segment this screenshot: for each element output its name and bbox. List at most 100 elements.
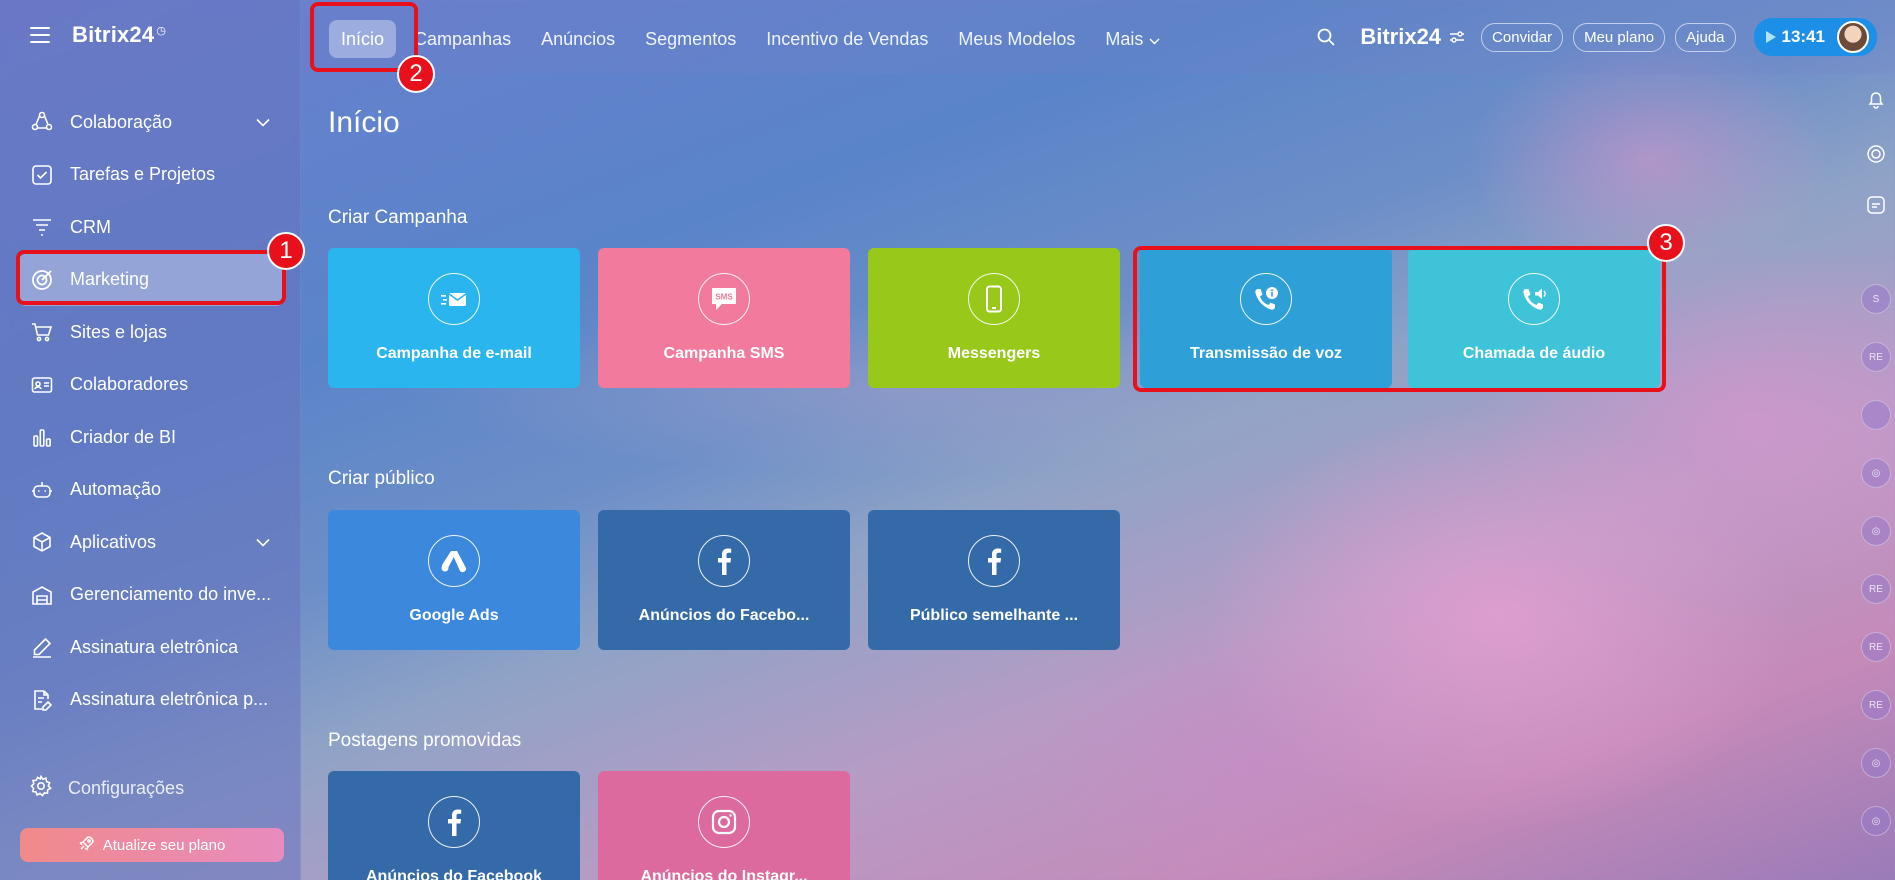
tab-bar: Início Campanhas Anúncios Segmentos Ince… [329, 20, 1178, 58]
card-sms-campaign[interactable]: SMS Campanha SMS [598, 248, 850, 388]
settings-label: Configurações [68, 778, 185, 798]
rocket-icon [79, 835, 95, 855]
sms-icon: SMS [698, 273, 750, 325]
bell-icon[interactable] [1863, 86, 1889, 112]
chevron-down-icon [256, 532, 270, 553]
sidebar: Bitrix24 ◷ Colaboração Tarefas e Projetos… [0, 0, 301, 880]
inventory-icon [30, 583, 54, 607]
menu-icon[interactable] [30, 27, 50, 43]
card-messengers[interactable]: Messengers [868, 248, 1120, 388]
sidebar-item-inventory[interactable]: Gerenciamento do inve... [18, 569, 284, 622]
card-instagram-promoted[interactable]: Anúncios do Instagr... [598, 771, 850, 880]
tab-incentivo[interactable]: Incentivo de Vendas [754, 20, 940, 58]
card-facebook-ads-audience[interactable]: Anúncios do Facebo... [598, 510, 850, 650]
card-label: Anúncios do Instagr... [640, 868, 808, 880]
card-google-ads[interactable]: Google Ads [328, 510, 580, 650]
rail-marketing-icon[interactable]: ◎ [1861, 748, 1891, 778]
card-email-campaign[interactable]: Campanha de e-mail [328, 248, 580, 388]
sidebar-item-label: CRM [70, 216, 111, 237]
robot-icon [30, 478, 54, 502]
annotation-badge-3: 3 [1647, 224, 1685, 262]
chevron-down-icon [1149, 29, 1160, 50]
search-icon[interactable] [1316, 27, 1336, 47]
card-label: Anúncios do Facebook [365, 868, 542, 880]
rail-marketing-icon[interactable]: ◎ [1861, 806, 1891, 836]
my-plan-button[interactable]: Meu plano [1573, 22, 1666, 52]
sidebar-item-tasks[interactable]: Tarefas e Projetos [18, 149, 284, 202]
tab-segmentos[interactable]: Segmentos [633, 20, 748, 58]
section-title-campaign: Criar Campanha [328, 207, 468, 228]
rail-marketing-icon[interactable]: ◎ [1861, 516, 1891, 546]
sidebar-item-label: Tarefas e Projetos [70, 164, 216, 185]
sidebar-item-label: Criador de BI [70, 426, 177, 447]
logo[interactable]: Bitrix24 ◷ [72, 22, 166, 48]
sidebar-item-settings[interactable]: Configurações [30, 774, 185, 802]
collaboration-icon [30, 110, 54, 134]
tab-campanhas[interactable]: Campanhas [402, 20, 523, 58]
card-label: Campanha de e-mail [376, 345, 532, 362]
sidebar-nav: Colaboração Tarefas e Projetos CRM Marke… [18, 96, 284, 726]
section-title-audience: Criar público [328, 468, 435, 489]
avatar[interactable] [1837, 21, 1869, 53]
sidebar-item-label: Assinatura eletrônica [70, 636, 239, 657]
cart-icon [30, 320, 54, 344]
top-navigation: Início Campanhas Anúncios Segmentos Ince… [301, 0, 1895, 74]
sidebar-item-esignature-hr[interactable]: Assinatura eletrônica p... [18, 674, 284, 727]
settings-sliders-icon [1449, 30, 1465, 44]
gear-icon [30, 774, 52, 802]
annotation-badge-1: 1 [267, 232, 305, 270]
sidebar-item-collaboration[interactable]: Colaboração [18, 96, 284, 149]
card-lookalike-audience[interactable]: Público semelhante ... [868, 510, 1120, 650]
sidebar-header: Bitrix24 ◷ [30, 22, 166, 48]
sidebar-item-crm[interactable]: CRM [18, 201, 284, 254]
rail-contact-re[interactable]: RE [1861, 690, 1891, 720]
highlight-marketing [16, 250, 286, 305]
apps-icon [30, 530, 54, 554]
sidebar-item-automation[interactable]: Automação [18, 464, 284, 517]
upgrade-label: Atualize seu plano [102, 836, 226, 854]
facebook-icon [428, 796, 480, 848]
sidebar-item-label: Gerenciamento do inve... [70, 584, 272, 605]
chat-sync-icon[interactable] [1863, 192, 1889, 218]
sidebar-item-label: Colaboradores [70, 374, 189, 395]
target-icon[interactable] [1863, 141, 1889, 167]
tasks-icon [30, 163, 54, 187]
tab-mais[interactable]: Mais [1093, 20, 1172, 58]
sidebar-item-label: Colaboração [70, 111, 173, 132]
tab-anuncios[interactable]: Anúncios [529, 20, 627, 58]
header-brand[interactable]: Bitrix24 [1360, 24, 1465, 50]
work-time-button[interactable]: 13:41 [1753, 18, 1877, 56]
rail-marketing-icon[interactable]: ◎ [1861, 458, 1891, 488]
signature-icon [30, 635, 54, 659]
google-ads-icon [428, 535, 480, 587]
rail-contact-s[interactable]: S [1861, 284, 1891, 314]
invite-button[interactable]: Convidar [1481, 22, 1564, 52]
rail-contact-photo[interactable] [1861, 400, 1891, 430]
rail-contact-re[interactable]: RE [1861, 632, 1891, 662]
sidebar-item-label: Assinatura eletrônica p... [70, 689, 269, 710]
card-label: Anúncios do Facebo... [638, 607, 810, 624]
email-icon [428, 273, 480, 325]
sidebar-item-esignature[interactable]: Assinatura eletrônica [18, 621, 284, 674]
header-tools: Bitrix24 Convidar Meu plano Ajuda 13:41 [1316, 0, 1895, 74]
clock-time: 13:41 [1781, 27, 1825, 46]
upgrade-plan-button[interactable]: Atualize seu plano [20, 828, 284, 862]
sidebar-item-sites[interactable]: Sites e lojas [18, 306, 284, 359]
help-button[interactable]: Ajuda [1675, 22, 1736, 52]
sidebar-item-bi[interactable]: Criador de BI [18, 411, 284, 464]
tab-modelos[interactable]: Meus Modelos [946, 20, 1087, 58]
rail-contact-re[interactable]: RE [1861, 574, 1891, 604]
card-label: Público semelhante ... [909, 607, 1079, 624]
crm-icon [30, 215, 54, 239]
sidebar-item-label: Automação [70, 479, 162, 500]
employees-icon [30, 373, 54, 397]
sidebar-item-employees[interactable]: Colaboradores [18, 359, 284, 412]
rail-contact-re[interactable]: RE [1861, 342, 1891, 372]
right-rail: S RE ◎ ◎ RE RE RE ◎ ◎ [1855, 74, 1895, 880]
section-title-promoted: Postagens promovidas [328, 730, 522, 751]
phone-icon [968, 273, 1020, 325]
card-facebook-promoted[interactable]: Anúncios do Facebook [328, 771, 580, 880]
svg-text:SMS: SMS [715, 293, 733, 302]
play-icon [1765, 31, 1776, 43]
sidebar-item-apps[interactable]: Aplicativos [18, 516, 284, 569]
